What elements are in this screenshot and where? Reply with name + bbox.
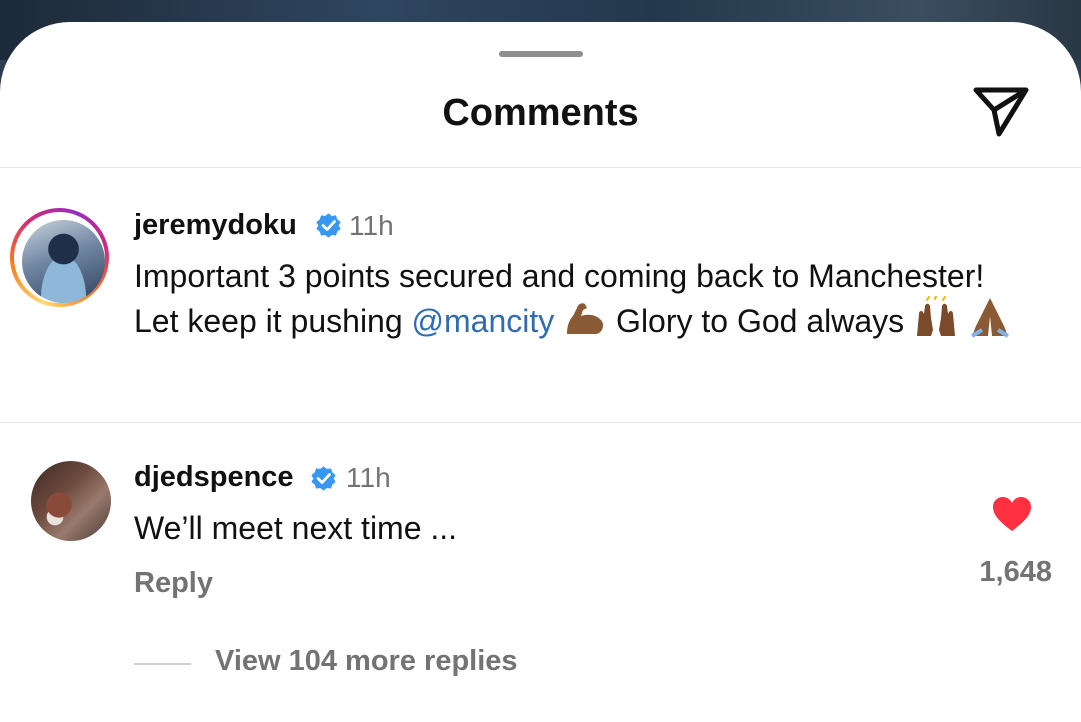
comment-divider [0, 422, 1081, 423]
verified-badge-icon [311, 466, 336, 491]
replies-line [134, 663, 191, 665]
comment-text: We’ll meet next time ... [134, 510, 458, 546]
comment-username[interactable]: djedspence [134, 461, 294, 494]
avatar[interactable] [31, 461, 111, 541]
verified-badge-icon [316, 213, 341, 238]
story-ring[interactable] [10, 208, 109, 307]
like-count: 1,648 [979, 556, 1052, 588]
mention-link[interactable]: @mancity [412, 303, 555, 339]
drag-handle[interactable] [499, 51, 583, 57]
comment-text-body-end: Glory to God always [607, 303, 914, 339]
comment-timestamp: 11h [346, 462, 391, 493]
comments-sheet: Comments [0, 22, 1081, 722]
heart-icon[interactable] [992, 496, 1032, 532]
comment-text: Important 3 points secured and coming ba… [134, 256, 1034, 341]
flexed-biceps-emoji [567, 303, 604, 334]
sheet-title: Comments [442, 92, 639, 134]
avatar[interactable] [22, 220, 105, 303]
paper-plane-icon[interactable] [970, 84, 1032, 140]
raising-hands-emoji [917, 296, 956, 336]
header-divider [0, 167, 1081, 168]
avatar-border [14, 212, 105, 303]
view-more-replies-button[interactable]: View 104 more replies [215, 645, 518, 678]
comment-timestamp: 11h [349, 210, 394, 241]
folded-hands-emoji [970, 298, 1009, 338]
comment-username[interactable]: jeremydoku [134, 209, 297, 242]
reply-button[interactable]: Reply [134, 567, 213, 600]
